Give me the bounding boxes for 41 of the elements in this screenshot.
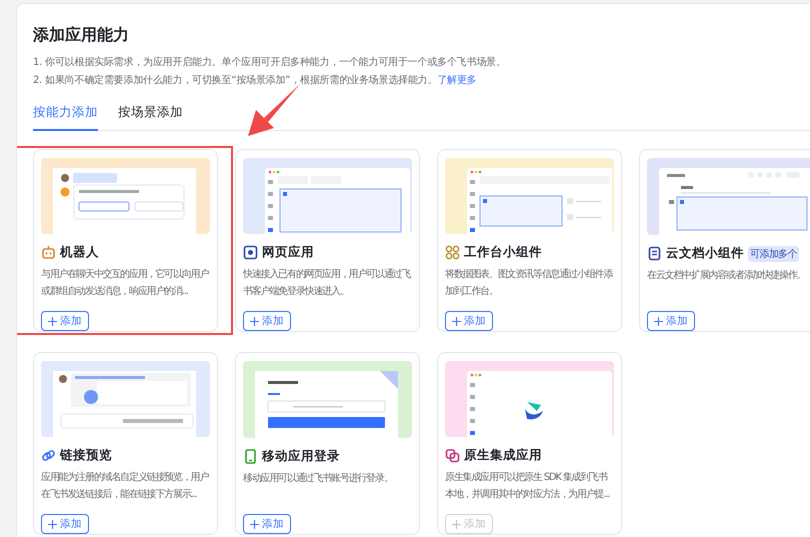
robot-icon	[41, 245, 56, 260]
add-button[interactable]: 添加	[647, 311, 695, 331]
card-description: 原生集成应用可以把原生 SDK 集成到飞书本地，并调用其中的对应方法，为用户提...	[445, 470, 610, 502]
page-title: 添加应用能力	[33, 24, 130, 46]
card-title: 移动应用登录	[262, 448, 340, 466]
card-description: 快速接入已有的网页应用，用户可以通过飞书客户端免登录快速进入。	[243, 268, 412, 299]
plus-icon	[452, 520, 461, 528]
card-title: 网页应用	[262, 244, 314, 261]
instruction-text: 1. 你可以根据实际需求，为应用开启能力。单个应用可开启多种能力，一个能力可用于一个或多个飞书场景。	[33, 56, 507, 70]
plus-icon	[250, 316, 259, 326]
grid-icon	[445, 245, 460, 260]
card-description: 与用户在聊天中交互的应用，它可以向用户或群组自动发送消息，响应用户的消...	[41, 268, 210, 299]
add-button[interactable]: 添加	[243, 514, 291, 534]
add-button[interactable]: 添加	[445, 311, 493, 331]
phone-icon	[243, 449, 258, 464]
plus-icon	[452, 316, 461, 326]
card-description: 应用能为注册的域名自定义链接预览，用户在飞书发送链接后，能在链接下方展示...	[41, 470, 210, 502]
card-title: 云文档小组件	[666, 245, 744, 262]
learn-more-link[interactable]: 了解更多	[437, 75, 476, 86]
card-title: 原生集成应用	[464, 447, 542, 464]
tab[interactable]: 按能力添加	[33, 104, 98, 131]
instruction-text: 2. 如果尚不确定需要添加什么能力，可切换至“按场景添加”，根据所需的业务场景选择能力。了解更多	[33, 74, 478, 88]
overlapping-squares-icon	[445, 448, 460, 463]
add-button[interactable]: 添加	[41, 514, 89, 534]
plus-icon	[250, 520, 259, 528]
card-description: 移动应用可以通过飞书账号进行登录。	[243, 472, 394, 486]
plus-icon	[48, 520, 57, 528]
browser-icon	[243, 245, 258, 260]
plus-icon	[654, 316, 663, 326]
tag: 可添加多个	[748, 246, 800, 262]
card-description: 在云文档中扩展内容或者添加快捷操作。	[647, 268, 806, 284]
card-title: 链接预览	[60, 447, 112, 464]
add-button[interactable]: 添加	[243, 311, 291, 331]
tab[interactable]: 按场景添加	[118, 104, 183, 131]
card-title: 机器人	[60, 244, 99, 261]
plus-icon	[48, 316, 57, 326]
card-description: 将数据图表、图文资讯等信息通过小组件添加到工作台。	[445, 268, 614, 299]
add-button[interactable]: 添加	[41, 311, 89, 331]
link-icon	[41, 448, 56, 463]
document-icon	[647, 246, 662, 262]
card-title: 工作台小组件	[464, 244, 542, 261]
